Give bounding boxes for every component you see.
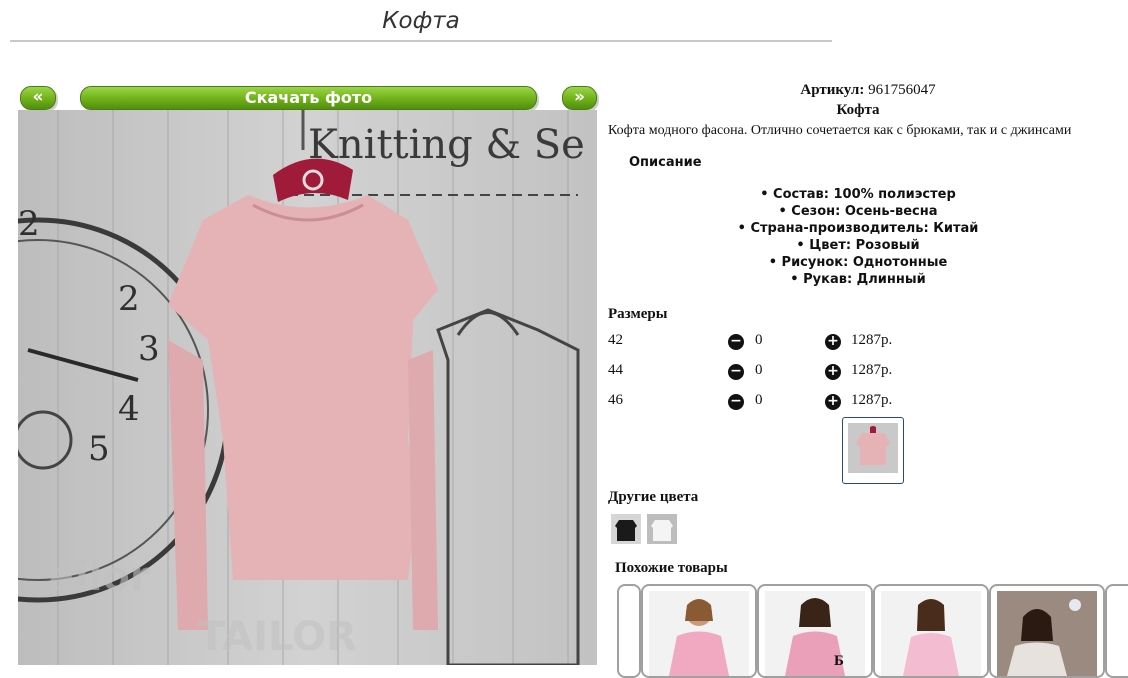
selected-photo-thumbnail[interactable] <box>842 417 904 484</box>
svg-text:2: 2 <box>118 279 140 319</box>
similar-product-title: Б <box>834 653 844 669</box>
size-row: 44 − 0 + 1287р. <box>608 362 908 382</box>
similar-product-card[interactable] <box>873 584 989 678</box>
quantity-value: 0 <box>755 392 763 408</box>
size-row: 46 − 0 + 1287р. <box>608 392 908 412</box>
attribute-item: Состав: 100% полиэстер <box>608 186 1108 203</box>
size-price: 1287р. <box>851 392 893 408</box>
description-heading: Описание <box>629 155 702 170</box>
attribute-item: Цвет: Розовый <box>608 237 1108 254</box>
color-variant-image <box>647 514 677 544</box>
product-photo-image: 2 2 3 45 Knitting & Se ailor TAILOR <box>18 110 597 665</box>
similar-product-card[interactable] <box>989 584 1105 678</box>
attribute-item: Рукав: Длинный <box>608 271 1108 288</box>
color-variant-black[interactable] <box>611 514 641 544</box>
attribute-item: Рисунок: Однотонные <box>608 254 1108 271</box>
svg-text:Knitting & Se: Knitting & Se <box>308 122 585 168</box>
similar-product-card[interactable] <box>757 584 873 678</box>
similar-products-heading: Похожие товары <box>615 560 728 576</box>
size-label: 44 <box>608 362 623 378</box>
next-photo-button[interactable]: » <box>562 86 597 110</box>
minus-circle-icon[interactable]: − <box>728 364 744 380</box>
similar-product-image <box>997 591 1097 676</box>
thumbnail-image <box>848 423 898 473</box>
plus-circle-icon[interactable]: + <box>825 394 841 410</box>
title-divider <box>10 40 832 42</box>
page-title: Кофта <box>382 8 460 34</box>
svg-text:3: 3 <box>138 329 160 369</box>
product-description: Кофта модного фасона. Отлично сочетается… <box>608 123 1072 138</box>
sizes-heading: Размеры <box>608 306 668 322</box>
svg-text:ailor: ailor <box>48 554 150 600</box>
article-label: Артикул: <box>800 82 865 98</box>
color-variant-image <box>611 514 641 544</box>
minus-circle-icon[interactable]: − <box>728 334 744 350</box>
product-name: Кофта <box>836 102 880 118</box>
minus-circle-icon[interactable]: − <box>728 394 744 410</box>
size-label: 46 <box>608 392 623 408</box>
size-price: 1287р. <box>851 362 893 378</box>
svg-text:5: 5 <box>88 429 110 469</box>
attribute-list: Состав: 100% полиэстер Сезон: Осень-весн… <box>608 186 1108 288</box>
color-variant-white[interactable] <box>647 514 677 544</box>
article-value: 961756047 <box>868 82 936 98</box>
download-photo-button[interactable]: Скачать фото <box>80 86 537 110</box>
svg-text:TAILOR: TAILOR <box>198 614 357 660</box>
prev-photo-button[interactable]: « <box>20 86 56 110</box>
size-row: 42 − 0 + 1287р. <box>608 332 908 352</box>
plus-circle-icon[interactable]: + <box>825 364 841 380</box>
svg-text:4: 4 <box>118 389 140 429</box>
size-label: 42 <box>608 332 623 348</box>
similar-product-card[interactable] <box>1105 584 1128 678</box>
svg-text:2: 2 <box>18 204 40 244</box>
other-colors-heading: Другие цвета <box>608 489 699 505</box>
similar-product-image <box>765 591 865 676</box>
similar-product-card[interactable] <box>641 584 757 678</box>
similar-product-image <box>881 591 981 676</box>
size-price: 1287р. <box>851 332 893 348</box>
similar-product-card[interactable] <box>617 584 641 678</box>
similar-product-image <box>649 591 749 676</box>
quantity-value: 0 <box>755 332 763 348</box>
attribute-item: Страна-производитель: Китай <box>608 220 1108 237</box>
article-line: Артикул: 961756047 <box>608 82 1128 99</box>
attribute-item: Сезон: Осень-весна <box>608 203 1108 220</box>
product-photo[interactable]: 2 2 3 45 Knitting & Se ailor TAILOR <box>18 110 597 665</box>
quantity-value: 0 <box>755 362 763 378</box>
plus-circle-icon[interactable]: + <box>825 334 841 350</box>
